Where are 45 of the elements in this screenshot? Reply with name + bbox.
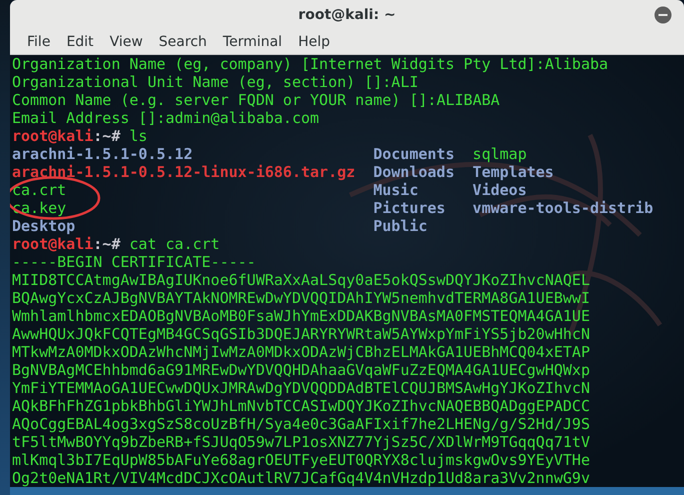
file-name: Documents — [373, 145, 454, 163]
menu-item[interactable]: File — [19, 34, 58, 50]
terminal-line: MTkwMzA0MDkxODAzWhcNMjIwMzA0MDkxODAzWjCBhzELMAkGA1UEBhMCQ04xETAP — [12, 343, 591, 361]
prompt-path: :~# — [93, 127, 120, 145]
menu-item[interactable]: Help — [290, 34, 338, 50]
menu-item[interactable]: View — [102, 34, 151, 50]
file-name: vmware-tools-distrib — [472, 199, 654, 217]
terminal-line: MIID8TCCAtmgAwIBAgIUKnoe6fUWRaXxAaLSqy0aE5okQSswDQYJKoZIhvcNAQEL — [12, 271, 591, 289]
terminal-line: Og2t0eNA1Rt/VIV4McdDCJXcOAutlRV7JCafGq4V4nVHzdp1Ud8ara3Vv2nnwG9v — [12, 469, 591, 487]
menu-item[interactable]: Terminal — [214, 34, 290, 50]
file-name: Public — [373, 217, 428, 235]
prompt-path: :~# — [93, 235, 120, 253]
file-name: Templates — [472, 163, 554, 181]
prompt-user: root@kali — [12, 235, 94, 253]
terminal-line: AQoCggEBAL4og3xgSzS8coUzBfH/Sya4e0c3GaAFIxif7he2LHENg/g/S2Hd/J9S — [12, 415, 591, 433]
terminal-line: tF5ltMwBOYYq9bZbeRB+fSJUqO59w7LP1osXNZ77YjSz5C/XDlWrM9TGqqQq71tV — [12, 433, 591, 451]
terminal-line: WmhlamlhbmcxEDAOBgNVBAoMB0FsaWJhYmExDDAKBgNVBAsMA0FMSTEQMA4GA1UE — [12, 307, 591, 325]
terminal-line: BgNVBAgMCEhhbmd6aG91MREwDwYDVQQHDAhaaGVqaWFuZzEQMA4GA1UECgwHQWxp — [12, 361, 591, 379]
file-name: ca.key — [12, 199, 66, 217]
terminal-line: AQkBFhFhZG1pbkBhbGliYWJhLmNvbTCCASIwDQYJKoZIhvcNAQEBBQADggEPADCC — [12, 397, 591, 415]
terminal-line: Email Address []:admin@alibaba.com — [12, 109, 320, 127]
file-name: Desktop — [12, 217, 76, 235]
terminal-line: Organizational Unit Name (eg, section) []:ALI — [12, 73, 420, 91]
prompt-user: root@kali — [12, 127, 94, 145]
window-title: root@kali: ~ — [298, 7, 396, 23]
terminal-line: Organization Name (eg, company) [Internet Widgits Pty Ltd]:Alibaba — [12, 55, 610, 73]
terminal-line: BQAwgYcxCzAJBgNVBAYTAkNOMREwDwYDVQQIDAhIYW5nemhvdTERMA8GA1UEBwwI — [12, 289, 591, 307]
minimize-icon[interactable] — [654, 6, 672, 24]
file-name: Pictures — [373, 199, 446, 217]
terminal-line: AwwHQUxJQkFCQTEgMB4GCSqGSIb3DQEJARYRYWRtaW5AYWxpYmFiYS5jb20wHhcN — [12, 325, 591, 343]
file-name: ca.crt — [12, 181, 66, 199]
file-name: arachni-1.5.1-0.5.12 — [12, 145, 193, 163]
terminal-line: Common Name (e.g. server FQDN or YOUR name) []:ALIBABA — [12, 91, 501, 109]
command-text: cat ca.crt — [129, 235, 220, 253]
file-name: sqlmap — [472, 145, 527, 163]
menu-item[interactable]: Edit — [58, 34, 102, 50]
terminal-line: mlKmql3bI7EqUpW85bAFuYe68agrOEUTFyeEUT0QRYX8clujmskgwOvs9YEyVTHe — [12, 451, 591, 469]
file-name: Music — [373, 181, 418, 199]
file-name: arachni-1.5.1-0.5.12-linux-i686.tar.gz — [12, 163, 356, 181]
terminal-line: YmFiYTEMMAoGA1UECwwDQUxJMRAwDgYDVQQDDAdBTElCQUJBMSAwHgYJKoZIhvcN — [12, 379, 591, 397]
file-name: Videos — [472, 181, 527, 199]
terminal-line: -----BEGIN CERTIFICATE----- — [12, 253, 257, 271]
command-text: ls — [129, 127, 148, 145]
menu-item[interactable]: Search — [150, 34, 215, 50]
file-name: Downloads — [373, 163, 454, 181]
